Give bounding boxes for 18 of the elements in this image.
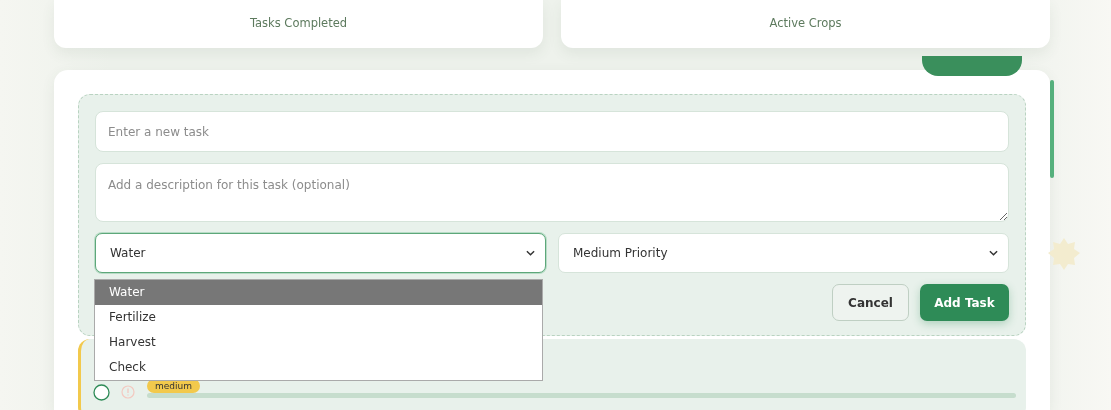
task-type-select[interactable]: Water [95,233,546,273]
scrollbar-thumb[interactable] [1050,80,1054,178]
dropdown-option[interactable]: Fertilize [95,305,542,330]
alert-icon [121,385,135,399]
stat-label: Active Crops [769,15,842,33]
dropdown-option[interactable]: Water [95,280,542,305]
stat-label: Tasks Completed [249,15,348,33]
cancel-button[interactable]: Cancel [832,284,909,321]
sun-icon [1046,236,1082,272]
chevron-down-icon [526,250,535,256]
chevron-down-icon [989,250,998,256]
task-description-field[interactable]: Add a description for this task (optional) [95,163,1009,222]
priority-select[interactable]: Medium Priority [558,233,1009,273]
dropdown-option[interactable]: Check [95,355,542,380]
dropdown-option[interactable]: Harvest [95,330,542,355]
task-title-field[interactable]: Enter a new task [95,111,1009,152]
task-checkbox[interactable] [93,384,110,401]
add-task-button[interactable]: Add Task [920,284,1009,321]
